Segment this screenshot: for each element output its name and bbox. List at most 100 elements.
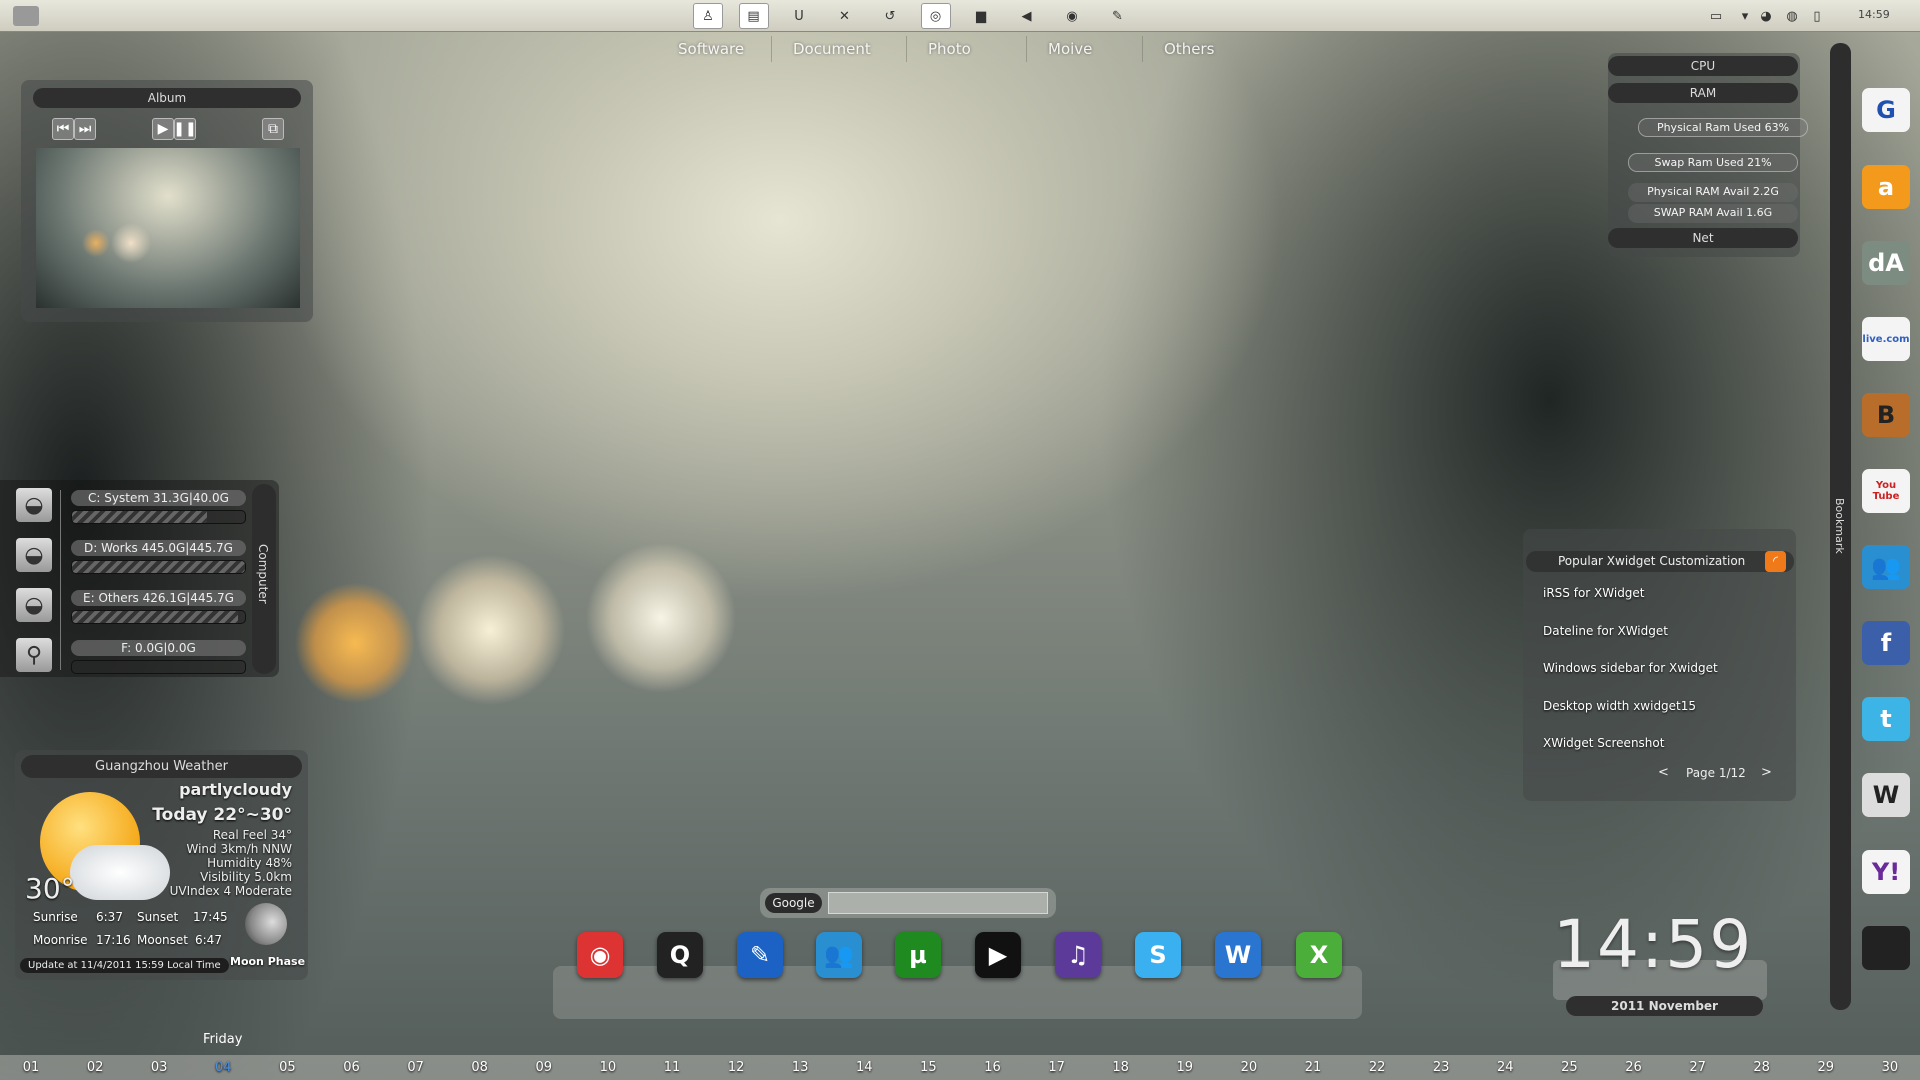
hard-drive-icon[interactable]: ◒ bbox=[16, 588, 52, 622]
rss-item[interactable]: Desktop width xwidget15 bbox=[1543, 699, 1696, 713]
network-icon[interactable]: ▯ bbox=[1807, 3, 1827, 29]
rss-item[interactable]: XWidget Screenshot bbox=[1543, 736, 1664, 750]
dateline-day[interactable]: 29 bbox=[1811, 1060, 1841, 1075]
dateline-day[interactable]: 04 bbox=[208, 1060, 238, 1075]
tab-moive[interactable]: Moive bbox=[1048, 40, 1092, 58]
tab-document[interactable]: Document bbox=[793, 40, 871, 58]
dateline-day[interactable]: 24 bbox=[1490, 1060, 1520, 1075]
tab-software[interactable]: Software bbox=[678, 40, 744, 58]
dateline-day[interactable]: 25 bbox=[1554, 1060, 1584, 1075]
drive-label[interactable]: D: Works 445.0G|445.7G bbox=[71, 540, 246, 556]
dateline-day[interactable]: 19 bbox=[1170, 1060, 1200, 1075]
dateline-day[interactable]: 27 bbox=[1683, 1060, 1713, 1075]
dateline-day[interactable]: 01 bbox=[16, 1060, 46, 1075]
tab-photo[interactable]: Photo bbox=[928, 40, 971, 58]
firefox-icon[interactable]: ◍ bbox=[1782, 3, 1802, 29]
media-icon[interactable]: ◉ bbox=[1057, 3, 1087, 29]
ram-header[interactable]: RAM bbox=[1608, 83, 1798, 103]
back-icon[interactable]: ◀ bbox=[1012, 3, 1042, 29]
rss-next-button[interactable]: > bbox=[1761, 765, 1772, 780]
album-photo[interactable] bbox=[36, 148, 300, 308]
cpu-header[interactable]: CPU bbox=[1608, 56, 1798, 76]
bookmark-bar[interactable]: Bookmark bbox=[1830, 43, 1851, 1010]
next-button[interactable]: ⏭ bbox=[74, 118, 96, 140]
computer-tab[interactable]: Computer bbox=[252, 484, 276, 674]
bookmark-youtube-icon[interactable]: You Tube bbox=[1862, 469, 1910, 513]
weather-update-time[interactable]: Update at 11/4/2011 15:59 Local Time bbox=[20, 958, 229, 973]
dateline-day[interactable]: 22 bbox=[1362, 1060, 1392, 1075]
dateline-day[interactable]: 20 bbox=[1234, 1060, 1264, 1075]
dateline-day[interactable]: 13 bbox=[785, 1060, 815, 1075]
rss-item[interactable]: Dateline for XWidget bbox=[1543, 624, 1668, 638]
dateline-day[interactable]: 17 bbox=[1042, 1060, 1072, 1075]
bookmark-apple-icon[interactable] bbox=[1862, 926, 1910, 970]
tools-icon[interactable]: ✕ bbox=[830, 3, 860, 29]
dateline-day[interactable]: 28 bbox=[1747, 1060, 1777, 1075]
dock-excel-icon[interactable]: X bbox=[1296, 932, 1342, 978]
dateline-day[interactable]: 02 bbox=[80, 1060, 110, 1075]
dock-paint-icon[interactable]: ✎ bbox=[737, 932, 783, 978]
user-icon[interactable]: ♙ bbox=[693, 3, 723, 29]
script-icon[interactable]: ✎ bbox=[1103, 3, 1133, 29]
dateline-day[interactable]: 10 bbox=[593, 1060, 623, 1075]
dock-word-icon[interactable]: W bbox=[1215, 932, 1261, 978]
dateline-day[interactable]: 09 bbox=[529, 1060, 559, 1075]
hard-drive-icon[interactable]: ◒ bbox=[16, 488, 52, 522]
dateline-day[interactable]: 07 bbox=[401, 1060, 431, 1075]
dateline-day[interactable]: 30 bbox=[1875, 1060, 1905, 1075]
drive-label[interactable]: C: System 31.3G|40.0G bbox=[71, 490, 246, 506]
dock-chrome-icon[interactable]: ◉ bbox=[577, 932, 623, 978]
dateline-day[interactable]: 16 bbox=[978, 1060, 1008, 1075]
dateline-day[interactable]: 08 bbox=[465, 1060, 495, 1075]
bookmark-blogger-icon[interactable]: B bbox=[1862, 393, 1910, 437]
document-icon[interactable]: ▤ bbox=[738, 3, 769, 29]
stamp-icon[interactable]: ▆ bbox=[966, 3, 996, 29]
dock-messenger-icon[interactable]: 👥 bbox=[816, 932, 862, 978]
drive-label[interactable]: F: 0.0G|0.0G bbox=[71, 640, 246, 656]
dateline-day[interactable]: 03 bbox=[144, 1060, 174, 1075]
bookmark-google-icon[interactable]: G bbox=[1862, 88, 1910, 132]
chevron-down-icon[interactable]: ▾ bbox=[1735, 3, 1755, 29]
bookmark-amazon-icon[interactable]: a bbox=[1862, 165, 1910, 209]
fullscreen-icon[interactable]: ⧉ bbox=[262, 118, 284, 140]
dateline-day[interactable]: 26 bbox=[1619, 1060, 1649, 1075]
bookmark-twitter-icon[interactable]: t bbox=[1862, 697, 1910, 741]
bookmark-wikipedia-icon[interactable]: W bbox=[1862, 773, 1910, 817]
dock-itunes-icon[interactable]: ♫ bbox=[1055, 932, 1101, 978]
dock-skype-icon[interactable]: S bbox=[1135, 932, 1181, 978]
printer-icon[interactable]: ▭ bbox=[1706, 3, 1726, 29]
search-input[interactable] bbox=[828, 892, 1048, 914]
previous-button[interactable]: ⏮ bbox=[52, 118, 74, 140]
bookmark-live-icon[interactable]: live.com bbox=[1862, 317, 1910, 361]
rss-prev-button[interactable]: < bbox=[1658, 765, 1669, 780]
rss-item[interactable]: Windows sidebar for Xwidget bbox=[1543, 661, 1718, 675]
play-button[interactable]: ▶ bbox=[152, 118, 174, 140]
dateline-day[interactable]: 12 bbox=[721, 1060, 751, 1075]
hard-drive-icon[interactable]: ◒ bbox=[16, 538, 52, 572]
dateline-day[interactable]: 05 bbox=[272, 1060, 302, 1075]
underline-icon[interactable]: U bbox=[784, 3, 814, 29]
globe-icon[interactable]: ◎ bbox=[920, 3, 951, 29]
usb-icon[interactable]: ⚲ bbox=[16, 638, 52, 672]
net-header[interactable]: Net bbox=[1608, 228, 1798, 248]
dateline-day[interactable]: 15 bbox=[913, 1060, 943, 1075]
dateline-day[interactable]: 18 bbox=[1106, 1060, 1136, 1075]
dateline-day[interactable]: 06 bbox=[337, 1060, 367, 1075]
taskbar-clock[interactable]: 14:59 bbox=[1858, 8, 1890, 21]
dateline-day[interactable]: 11 bbox=[657, 1060, 687, 1075]
refresh-icon[interactable]: ↺ bbox=[875, 3, 905, 29]
bookmark-deviantart-icon[interactable]: dA bbox=[1862, 241, 1910, 285]
start-menu-icon[interactable] bbox=[13, 6, 39, 26]
dateline-day[interactable]: 23 bbox=[1426, 1060, 1456, 1075]
bookmark-messenger-icon[interactable]: 👥 bbox=[1862, 545, 1910, 589]
dock-utorrent-icon[interactable]: µ bbox=[895, 932, 941, 978]
dock-media-player-icon[interactable]: ▶ bbox=[975, 932, 1021, 978]
dateline-day[interactable]: 21 bbox=[1298, 1060, 1328, 1075]
rss-feed-icon[interactable]: ◜ bbox=[1765, 551, 1786, 572]
drive-label[interactable]: E: Others 426.1G|445.7G bbox=[71, 590, 246, 606]
bookmark-yahoo-icon[interactable]: Y! bbox=[1862, 850, 1910, 894]
tab-others[interactable]: Others bbox=[1164, 40, 1214, 58]
bookmark-facebook-icon[interactable]: f bbox=[1862, 621, 1910, 665]
dock-quicktime-icon[interactable]: Q bbox=[657, 932, 703, 978]
search-engine-button[interactable]: Google bbox=[765, 893, 822, 913]
